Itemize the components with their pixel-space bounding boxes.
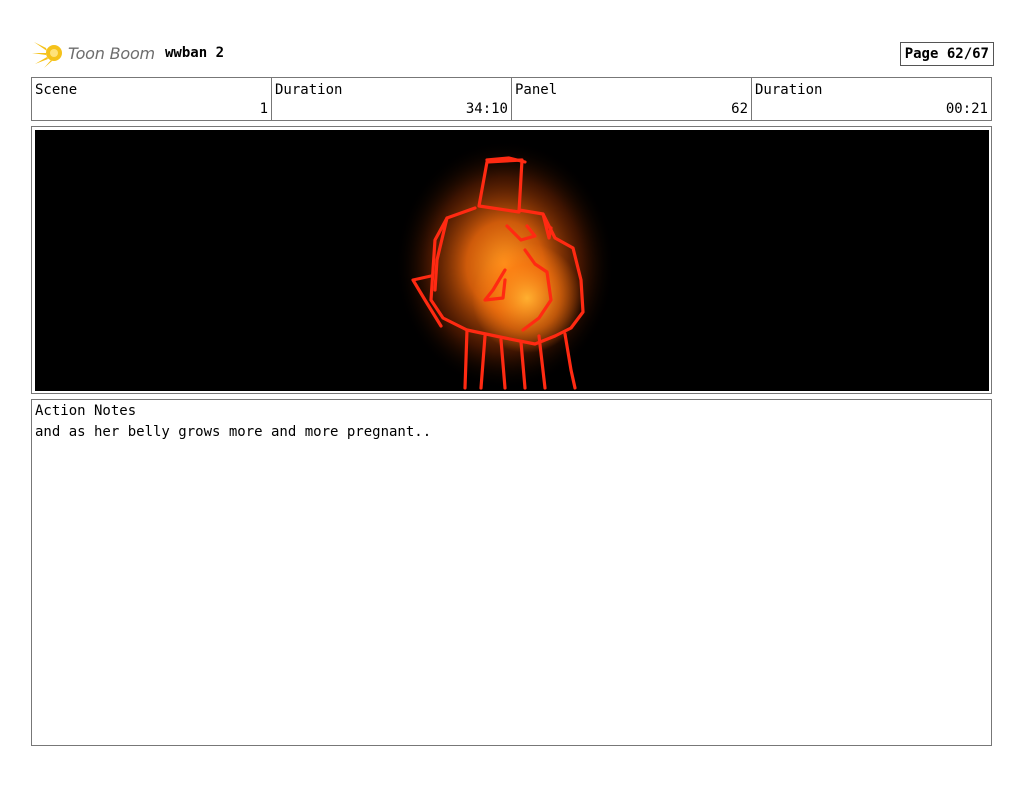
panel-duration-value: 00:21 xyxy=(945,101,988,117)
sketch-drawing xyxy=(35,130,989,391)
page-header: Toon Boom wwban 2 Page 62/67 xyxy=(32,36,994,70)
storyboard-panel-image xyxy=(35,130,989,391)
project-title: wwban 2 xyxy=(165,45,225,61)
scene-duration-label: Duration xyxy=(275,82,343,98)
panel-duration-label: Duration xyxy=(755,82,823,98)
action-notes-title: Action Notes xyxy=(35,403,137,419)
action-notes-box: Action Notes and as her belly grows more… xyxy=(31,399,992,746)
panel-info-row: Scene 1 Duration 34:10 Panel 62 Duration… xyxy=(31,77,992,121)
brand-name: Toon Boom xyxy=(68,44,155,63)
page-number: Page 62/67 xyxy=(899,42,994,66)
scene-value: 1 xyxy=(259,101,268,117)
toon-boom-logo: Toon Boom xyxy=(32,38,157,68)
action-notes-text: and as her belly grows more and more pre… xyxy=(35,424,432,440)
storyboard-panel-frame xyxy=(31,126,992,394)
scene-label: Scene xyxy=(35,82,78,98)
scene-cell: Scene 1 xyxy=(32,78,272,120)
scene-duration-value: 34:10 xyxy=(465,101,508,117)
scene-duration-cell: Duration 34:10 xyxy=(272,78,512,120)
toon-boom-logo-icon xyxy=(32,38,62,68)
panel-duration-cell: Duration 00:21 xyxy=(752,78,991,120)
panel-cell: Panel 62 xyxy=(512,78,752,120)
panel-label: Panel xyxy=(515,82,558,98)
panel-value: 62 xyxy=(731,101,748,117)
